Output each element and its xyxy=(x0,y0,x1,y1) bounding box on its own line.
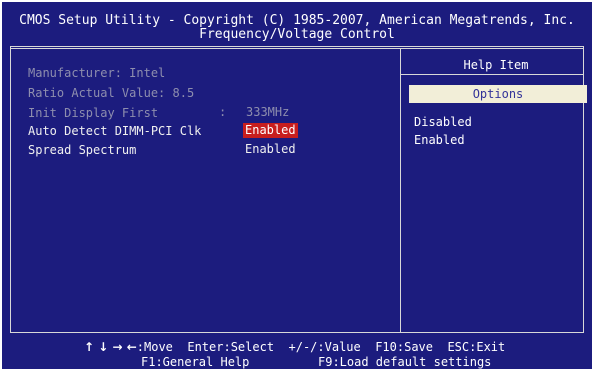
manufacturer-info: Manufacturer: Intel xyxy=(28,66,166,80)
header-title: CMOS Setup Utility - Copyright (C) 1985-… xyxy=(19,13,575,28)
frame-top-line-inner xyxy=(10,48,584,49)
help-header-line xyxy=(401,74,583,75)
footer-save: F10:Save xyxy=(375,340,433,354)
option-enabled[interactable]: Enabled xyxy=(414,133,465,147)
options-header: Options xyxy=(409,85,587,103)
init-display-value: 333MHz xyxy=(246,105,290,119)
frame-divider xyxy=(400,48,401,333)
bios-screen: CMOS Setup Utility - Copyright (C) 1985-… xyxy=(2,2,592,369)
frame-left-line xyxy=(10,46,11,333)
init-display-separator: : xyxy=(219,105,227,119)
footer-value: +/-/:Value xyxy=(288,340,361,354)
auto-detect-dimm-label[interactable]: Auto Detect DIMM-PCI Clk xyxy=(28,124,201,138)
frame-top-line xyxy=(10,46,584,47)
ratio-info: Ratio Actual Value: 8.5 xyxy=(28,86,195,100)
footer-general-help: F1:General Help xyxy=(141,355,250,369)
footer-enter-select: Enter:Select xyxy=(187,340,275,354)
footer-line-1: ↑ ↓ → ←:Move Enter:Select +/-/:Value F10… xyxy=(84,340,505,354)
footer-exit: ESC:Exit xyxy=(447,340,506,354)
init-display-label: Init Display First xyxy=(28,106,159,120)
footer-move: :Move xyxy=(136,340,173,354)
spread-spectrum-value[interactable]: Enabled xyxy=(245,142,296,157)
frame-bottom-line xyxy=(10,332,584,333)
option-disabled[interactable]: Disabled xyxy=(414,115,472,129)
navigation-arrows-icon: ↑ ↓ → ← xyxy=(84,340,137,354)
help-item-title: Help Item xyxy=(463,58,529,72)
spread-spectrum-label[interactable]: Spread Spectrum xyxy=(28,143,136,157)
header-subtitle: Frequency/Voltage Control xyxy=(199,27,395,42)
auto-detect-dimm-value[interactable]: Enabled xyxy=(243,123,298,138)
footer-load-defaults: F9:Load default settings xyxy=(318,355,492,369)
